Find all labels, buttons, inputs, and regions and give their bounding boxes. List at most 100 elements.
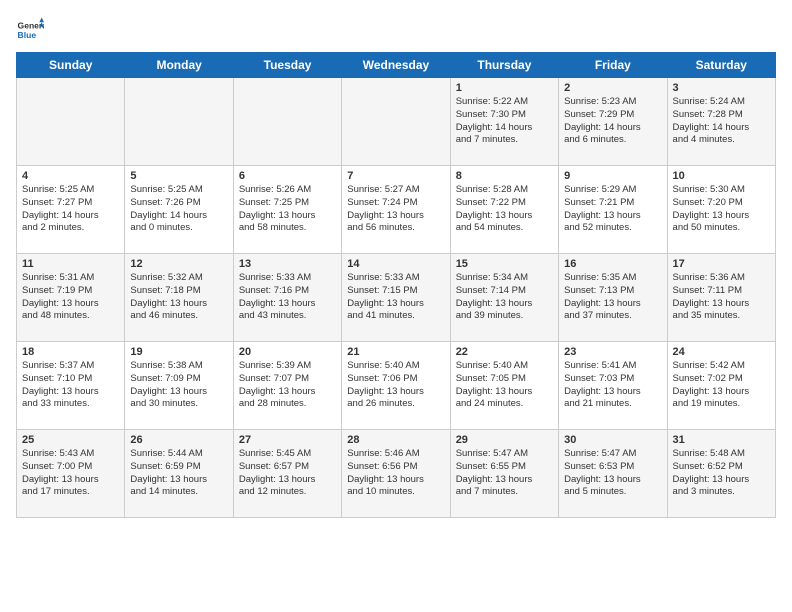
day-number: 22 [456, 346, 553, 358]
day-info: Sunrise: 5:25 AM Sunset: 7:27 PM Dayligh… [22, 184, 119, 235]
day-info: Sunrise: 5:23 AM Sunset: 7:29 PM Dayligh… [564, 96, 661, 147]
logo-icon: General Blue [16, 16, 44, 44]
day-number: 19 [130, 346, 227, 358]
calendar-cell-w1-d0: 4 Sunrise: 5:25 AM Sunset: 7:27 PM Daylig… [17, 166, 125, 254]
col-header-tuesday: Tuesday [233, 53, 341, 78]
calendar-cell-w4-d6: 31Sunrise: 5:48 AM Sunset: 6:52 PM Dayli… [667, 430, 775, 518]
day-info: Sunrise: 5:33 AM Sunset: 7:15 PM Dayligh… [347, 272, 444, 323]
day-number: 7 [347, 170, 444, 182]
day-number: 11 [22, 258, 119, 270]
day-number: 21 [347, 346, 444, 358]
day-number: 8 [456, 170, 553, 182]
col-header-wednesday: Wednesday [342, 53, 450, 78]
calendar-cell-w1-d6: 10 Sunrise: 5:30 AM Sunset: 7:20 PM Dayli… [667, 166, 775, 254]
calendar-cell-w1-d4: 8Sunrise: 5:28 AM Sunset: 7:22 PM Daylig… [450, 166, 558, 254]
day-number: 12 [130, 258, 227, 270]
calendar-cell-w1-d5: 9 Sunrise: 5:29 AM Sunset: 7:21 PM Daylig… [559, 166, 667, 254]
calendar-cell-w3-d5: 23 Sunrise: 5:41 AM Sunset: 7:03 PM Dayli… [559, 342, 667, 430]
calendar-table: SundayMondayTuesdayWednesdayThursdayFrid… [16, 52, 776, 518]
calendar-cell-w2-d6: 17 Sunrise: 5:36 AM Sunset: 7:11 PM Dayli… [667, 254, 775, 342]
day-info: Sunrise: 5:45 AM Sunset: 6:57 PM Dayligh… [239, 448, 336, 499]
calendar-cell-w3-d4: 22 Sunrise: 5:40 AM Sunset: 7:05 PM Dayli… [450, 342, 558, 430]
svg-text:Blue: Blue [18, 30, 37, 40]
logo: General Blue [16, 16, 48, 44]
day-number: 1 [456, 82, 553, 94]
day-info: Sunrise: 5:40 AM Sunset: 7:06 PM Dayligh… [347, 360, 444, 411]
calendar-cell-w4-d2: 27 Sunrise: 5:45 AM Sunset: 6:57 PM Dayli… [233, 430, 341, 518]
calendar-cell-w3-d0: 18 Sunrise: 5:37 AM Sunset: 7:10 PM Dayli… [17, 342, 125, 430]
day-info: Sunrise: 5:36 AM Sunset: 7:11 PM Dayligh… [673, 272, 770, 323]
calendar-cell-w0-d0 [17, 78, 125, 166]
day-number: 2 [564, 82, 661, 94]
day-info: Sunrise: 5:29 AM Sunset: 7:21 PM Dayligh… [564, 184, 661, 235]
calendar-cell-w3-d6: 24 Sunrise: 5:42 AM Sunset: 7:02 PM Dayli… [667, 342, 775, 430]
day-number: 3 [673, 82, 770, 94]
day-number: 17 [673, 258, 770, 270]
calendar-cell-w2-d0: 11 Sunrise: 5:31 AM Sunset: 7:19 PM Dayli… [17, 254, 125, 342]
day-info: Sunrise: 5:42 AM Sunset: 7:02 PM Dayligh… [673, 360, 770, 411]
day-number: 10 [673, 170, 770, 182]
day-number: 5 [130, 170, 227, 182]
col-header-monday: Monday [125, 53, 233, 78]
day-info: Sunrise: 5:34 AM Sunset: 7:14 PM Dayligh… [456, 272, 553, 323]
day-number: 25 [22, 434, 119, 446]
day-number: 29 [456, 434, 553, 446]
calendar-cell-w2-d5: 16 Sunrise: 5:35 AM Sunset: 7:13 PM Dayli… [559, 254, 667, 342]
calendar-cell-w1-d3: 7 Sunrise: 5:27 AM Sunset: 7:24 PM Daylig… [342, 166, 450, 254]
day-number: 6 [239, 170, 336, 182]
day-info: Sunrise: 5:37 AM Sunset: 7:10 PM Dayligh… [22, 360, 119, 411]
calendar-cell-w3-d3: 21 Sunrise: 5:40 AM Sunset: 7:06 PM Dayli… [342, 342, 450, 430]
calendar-cell-w2-d1: 12 Sunrise: 5:32 AM Sunset: 7:18 PM Dayli… [125, 254, 233, 342]
header: General Blue [16, 16, 776, 44]
day-number: 9 [564, 170, 661, 182]
day-info: Sunrise: 5:24 AM Sunset: 7:28 PM Dayligh… [673, 96, 770, 147]
day-info: Sunrise: 5:30 AM Sunset: 7:20 PM Dayligh… [673, 184, 770, 235]
col-header-saturday: Saturday [667, 53, 775, 78]
day-info: Sunrise: 5:47 AM Sunset: 6:53 PM Dayligh… [564, 448, 661, 499]
day-number: 4 [22, 170, 119, 182]
day-number: 27 [239, 434, 336, 446]
calendar-cell-w0-d3 [342, 78, 450, 166]
day-number: 26 [130, 434, 227, 446]
day-number: 20 [239, 346, 336, 358]
day-number: 31 [673, 434, 770, 446]
day-number: 15 [456, 258, 553, 270]
calendar-cell-w3-d1: 19 Sunrise: 5:38 AM Sunset: 7:09 PM Dayli… [125, 342, 233, 430]
day-number: 16 [564, 258, 661, 270]
day-info: Sunrise: 5:31 AM Sunset: 7:19 PM Dayligh… [22, 272, 119, 323]
col-header-friday: Friday [559, 53, 667, 78]
calendar-cell-w4-d0: 25 Sunrise: 5:43 AM Sunset: 7:00 PM Dayli… [17, 430, 125, 518]
calendar-cell-w3-d2: 20 Sunrise: 5:39 AM Sunset: 7:07 PM Dayli… [233, 342, 341, 430]
day-number: 30 [564, 434, 661, 446]
calendar-cell-w0-d5: 2 Sunrise: 5:23 AM Sunset: 7:29 PM Daylig… [559, 78, 667, 166]
day-info: Sunrise: 5:43 AM Sunset: 7:00 PM Dayligh… [22, 448, 119, 499]
calendar-cell-w0-d2 [233, 78, 341, 166]
day-info: Sunrise: 5:46 AM Sunset: 6:56 PM Dayligh… [347, 448, 444, 499]
day-number: 24 [673, 346, 770, 358]
day-number: 23 [564, 346, 661, 358]
calendar-cell-w0-d4: 1 Sunrise: 5:22 AM Sunset: 7:30 PM Daylig… [450, 78, 558, 166]
calendar-cell-w4-d5: 30 Sunrise: 5:47 AM Sunset: 6:53 PM Dayli… [559, 430, 667, 518]
calendar-cell-w1-d1: 5 Sunrise: 5:25 AM Sunset: 7:26 PM Daylig… [125, 166, 233, 254]
day-info: Sunrise: 5:39 AM Sunset: 7:07 PM Dayligh… [239, 360, 336, 411]
calendar-cell-w4-d4: 29 Sunrise: 5:47 AM Sunset: 6:55 PM Dayli… [450, 430, 558, 518]
day-info: Sunrise: 5:27 AM Sunset: 7:24 PM Dayligh… [347, 184, 444, 235]
day-info: Sunrise: 5:35 AM Sunset: 7:13 PM Dayligh… [564, 272, 661, 323]
day-info: Sunrise: 5:38 AM Sunset: 7:09 PM Dayligh… [130, 360, 227, 411]
day-info: Sunrise: 5:26 AM Sunset: 7:25 PM Dayligh… [239, 184, 336, 235]
day-number: 28 [347, 434, 444, 446]
day-number: 13 [239, 258, 336, 270]
calendar-cell-w4-d1: 26Sunrise: 5:44 AM Sunset: 6:59 PM Dayli… [125, 430, 233, 518]
calendar-cell-w4-d3: 28 Sunrise: 5:46 AM Sunset: 6:56 PM Dayli… [342, 430, 450, 518]
day-info: Sunrise: 5:40 AM Sunset: 7:05 PM Dayligh… [456, 360, 553, 411]
day-info: Sunrise: 5:47 AM Sunset: 6:55 PM Dayligh… [456, 448, 553, 499]
day-info: Sunrise: 5:41 AM Sunset: 7:03 PM Dayligh… [564, 360, 661, 411]
day-number: 18 [22, 346, 119, 358]
calendar-cell-w1-d2: 6 Sunrise: 5:26 AM Sunset: 7:25 PM Daylig… [233, 166, 341, 254]
day-info: Sunrise: 5:22 AM Sunset: 7:30 PM Dayligh… [456, 96, 553, 147]
calendar-cell-w0-d1 [125, 78, 233, 166]
day-info: Sunrise: 5:25 AM Sunset: 7:26 PM Dayligh… [130, 184, 227, 235]
calendar-cell-w2-d4: 15 Sunrise: 5:34 AM Sunset: 7:14 PM Dayli… [450, 254, 558, 342]
calendar-cell-w2-d3: 14Sunrise: 5:33 AM Sunset: 7:15 PM Dayli… [342, 254, 450, 342]
day-info: Sunrise: 5:32 AM Sunset: 7:18 PM Dayligh… [130, 272, 227, 323]
